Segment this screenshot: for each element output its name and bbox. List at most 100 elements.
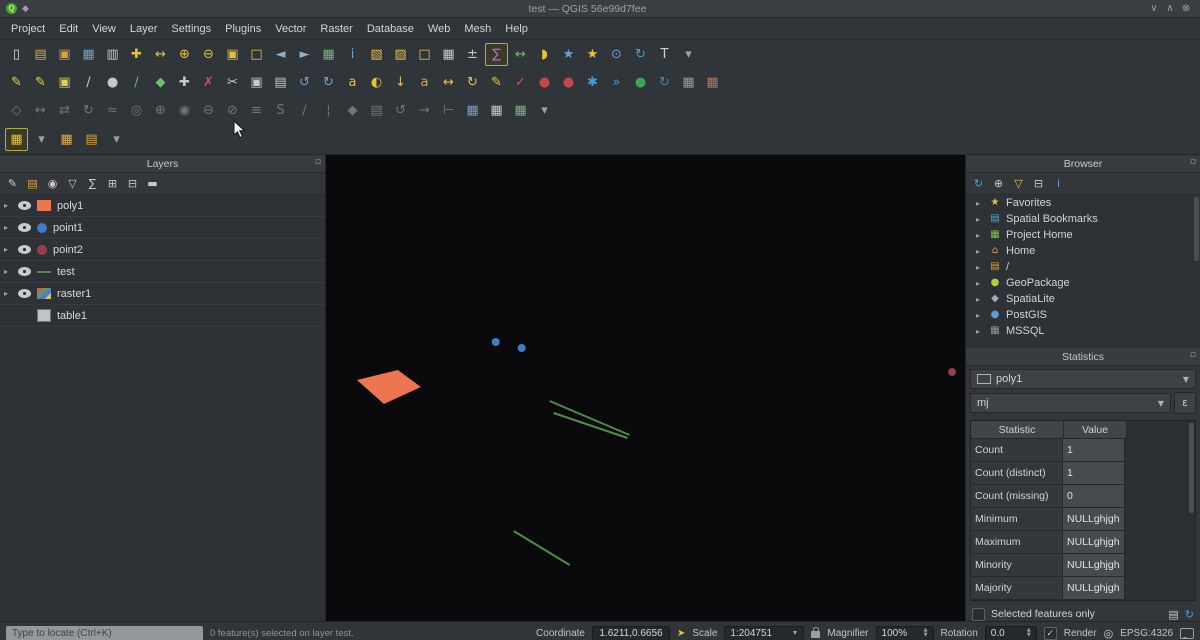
render-checkbox[interactable]: ✓ [1044, 627, 1057, 640]
deselect-features-icon[interactable]: □ [413, 43, 436, 66]
vertex-tool-icon[interactable]: ✚ [173, 71, 196, 94]
browser-scrollbar[interactable] [1194, 197, 1199, 261]
expand-arrow-icon[interactable]: ▸ [4, 267, 12, 276]
menu-item[interactable]: Database [360, 21, 421, 37]
simplify-feature-icon[interactable]: ≈ [101, 99, 124, 122]
new-map-view-icon[interactable]: ▦ [317, 43, 340, 66]
menu-item[interactable]: Help [498, 21, 535, 37]
copy-features-icon[interactable]: ▣ [245, 71, 268, 94]
visibility-eye-icon[interactable] [18, 267, 31, 276]
raster-toolbar-icon[interactable]: ▦ [461, 99, 484, 122]
lock-scale-icon[interactable] [811, 631, 820, 638]
browser-add-layers-icon[interactable]: ⊕ [990, 175, 1007, 192]
expand-arrow-icon[interactable]: ▸ [976, 279, 984, 288]
vector-grid-icon[interactable]: ▦ [509, 99, 532, 122]
digitize-segment-icon[interactable]: ∕ [77, 71, 100, 94]
rotate-label-icon[interactable]: ↻ [461, 71, 484, 94]
vector-tool-icon[interactable]: ▤ [80, 128, 103, 151]
copy-move-feature-icon[interactable]: ⇄ [53, 99, 76, 122]
add-ring-icon[interactable]: ◎ [125, 99, 148, 122]
zoom-next-icon[interactable]: ► [293, 43, 316, 66]
expression-builder-button[interactable]: ε [1174, 392, 1196, 414]
spinner-arrows-icon[interactable]: ▲▼ [924, 628, 928, 639]
offset-curve-icon[interactable]: ≡ [245, 99, 268, 122]
minimize-button[interactable]: ∨ [1146, 3, 1162, 14]
topological-editing-icon[interactable]: ◇ [5, 99, 28, 122]
filter-by-expression-icon[interactable]: ∑ [84, 175, 101, 192]
menu-item[interactable]: Project [4, 21, 52, 37]
merge-features-icon[interactable]: ◆ [341, 99, 364, 122]
refresh-map-icon[interactable]: ↻ [629, 43, 652, 66]
cut-features-icon[interactable]: ✂ [221, 71, 244, 94]
expand-arrow-icon[interactable]: ▸ [4, 201, 12, 210]
expand-arrow-icon[interactable]: ▸ [4, 245, 12, 254]
browser-tree-item[interactable]: ▸ ● PostGIS [966, 307, 1200, 323]
layer-item[interactable]: ▸ test [0, 261, 325, 283]
trim-extend-icon[interactable]: ⊢ [437, 99, 460, 122]
browser-collapse-icon[interactable]: ⊟ [1030, 175, 1047, 192]
messages-icon[interactable] [1180, 628, 1194, 639]
add-part-icon[interactable]: ⊕ [149, 99, 172, 122]
coordinate-input[interactable] [592, 626, 670, 640]
rotation-spinbox[interactable]: 0.0 ▲▼ [985, 626, 1037, 640]
warning-icon[interactable]: ● [533, 71, 556, 94]
visibility-eye-icon[interactable] [18, 201, 31, 210]
maximize-button[interactable]: ∧ [1162, 3, 1178, 14]
layer-item[interactable]: ▸ raster1 [0, 283, 325, 305]
row3-dropdown[interactable]: ▾ [533, 99, 556, 122]
zoom-full-icon[interactable]: ▣ [221, 43, 244, 66]
expand-arrow-icon[interactable]: ▸ [976, 247, 984, 256]
value-column-header[interactable]: Value [1064, 421, 1127, 439]
menu-item[interactable]: Plugins [218, 21, 268, 37]
expand-arrow-icon[interactable]: ▸ [4, 223, 12, 232]
processing-toolbox-icon[interactable]: ✱ [581, 71, 604, 94]
visibility-eye-icon[interactable] [18, 245, 31, 254]
zoom-last-icon[interactable]: ◄ [269, 43, 292, 66]
browser-tree-item[interactable]: ▸ ▦ MSSQL [966, 323, 1200, 339]
selected-features-only-checkbox[interactable] [972, 608, 985, 621]
expand-arrow-icon[interactable]: ▸ [976, 295, 984, 304]
spinner-arrows-icon[interactable]: ▲▼ [1027, 628, 1031, 639]
zoom-to-selection-icon[interactable]: □ [245, 43, 268, 66]
layer-item[interactable]: ▸ point2 [0, 239, 325, 261]
new-project-icon[interactable]: ▯ [5, 43, 28, 66]
layer-item[interactable]: table1 [0, 305, 325, 327]
identify-features-icon[interactable]: i [341, 43, 364, 66]
locate-search-input[interactable] [6, 626, 203, 640]
browser-properties-icon[interactable]: i [1050, 175, 1067, 192]
manage-map-themes-icon[interactable]: ◉ [44, 175, 61, 192]
redo-icon[interactable]: ↻ [317, 71, 340, 94]
statistics-scrollbar[interactable] [1189, 423, 1194, 513]
measure-icon[interactable]: ↔ [509, 43, 532, 66]
map-tips-icon[interactable]: ◗ [533, 43, 556, 66]
expand-arrow-icon[interactable]: ▸ [976, 215, 984, 224]
menu-item[interactable]: Mesh [457, 21, 498, 37]
delete-ring-icon[interactable]: ⊖ [197, 99, 220, 122]
error-log-icon[interactable]: ● [557, 71, 580, 94]
magnifier-spinbox[interactable]: 100% ▲▼ [876, 626, 934, 640]
add-point-feature-icon[interactable]: ● [101, 71, 124, 94]
add-line-feature-icon[interactable]: ∕ [125, 71, 148, 94]
check-validity-icon[interactable]: ✓ [509, 71, 532, 94]
merge-attributes-icon[interactable]: ▤ [365, 99, 388, 122]
expand-arrow-icon[interactable]: ▸ [976, 311, 984, 320]
panel-float-icon[interactable]: ▫ [1190, 157, 1196, 167]
visibility-eye-icon[interactable] [18, 289, 31, 298]
current-edits-icon[interactable]: ✎ [5, 71, 28, 94]
highlight-labels-icon[interactable]: a [413, 71, 436, 94]
delete-selected-icon[interactable]: ✗ [197, 71, 220, 94]
scale-combobox[interactable]: 1:204751 ▼ [724, 626, 804, 640]
add-feature-tool-icon[interactable]: ▦ [55, 128, 78, 151]
statistical-summary-dropdown[interactable]: ▾ [30, 128, 53, 151]
browser-refresh-icon[interactable]: ↻ [970, 175, 987, 192]
fill-ring-icon[interactable]: ◉ [173, 99, 196, 122]
browser-tree-item[interactable]: ▸ ▦ Project Home [966, 227, 1200, 243]
move-feature-icon[interactable]: ↔ [29, 99, 52, 122]
menu-item[interactable]: View [85, 21, 123, 37]
expand-arrow-icon[interactable]: ▸ [976, 199, 984, 208]
split-features-icon[interactable]: ∕ [293, 99, 316, 122]
temporal-controller-icon[interactable]: ⊙ [605, 43, 628, 66]
browser-tree-item[interactable]: ▸ ▤ / [966, 259, 1200, 275]
statistic-column-header[interactable]: Statistic [971, 421, 1064, 439]
python-console-icon[interactable]: » [605, 71, 628, 94]
